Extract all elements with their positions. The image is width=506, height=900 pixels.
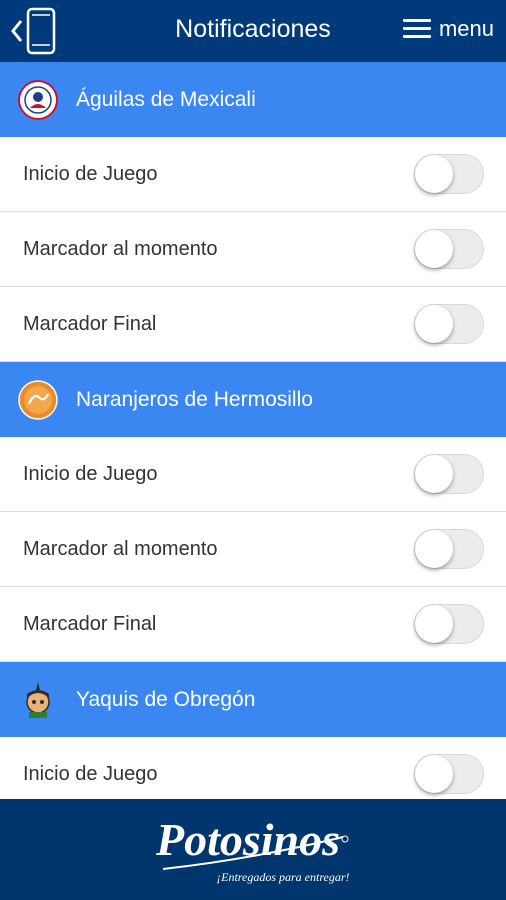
toggle-knob [415,530,453,568]
top-bar: Notificaciones menu [0,0,506,62]
toggle-knob [415,755,453,793]
notification-row: Marcador Final [0,287,506,362]
notification-row: Inicio de Juego [0,737,506,799]
menu-label: menu [438,16,494,41]
brand-tagline: ¡Entregados para entregar! [216,870,349,884]
notification-label: Inicio de Juego [23,162,158,185]
toggle-knob [415,230,453,268]
notification-label: Inicio de Juego [23,462,158,485]
footer-banner: Potosinos ¡Entregados para entregar! [0,799,506,900]
team-name: Naranjeros de Hermosillo [76,387,313,411]
notification-label: Inicio de Juego [23,762,158,785]
team-header-yaquis: Yaquis de Obregón [0,662,506,737]
yaquis-logo-icon [26,681,50,718]
menu-button[interactable]: menu [402,16,494,42]
notification-label: Marcador al momento [23,537,218,560]
notification-toggle[interactable] [414,454,484,494]
notification-toggle[interactable] [414,154,484,194]
toggle-knob [415,155,453,193]
notification-label: Marcador al momento [23,237,218,260]
notification-row: Inicio de Juego [0,137,506,212]
notification-label: Marcador Final [23,612,157,635]
notification-row: Marcador al momento [0,512,506,587]
team-header-naranjeros: Naranjeros de Hermosillo [0,362,506,437]
notification-toggle[interactable] [414,229,484,269]
notification-toggle[interactable] [414,529,484,569]
notification-list: Águilas de Mexicali Inicio de Juego Marc… [0,62,506,799]
team-name: Águilas de Mexicali [76,87,256,111]
aguilas-logo-icon [18,79,58,120]
toggle-knob [415,605,453,643]
notification-toggle[interactable] [414,304,484,344]
toggle-knob [415,455,453,493]
notification-toggle[interactable] [414,604,484,644]
notification-row: Marcador Final [0,587,506,662]
notification-toggle[interactable] [414,754,484,794]
naranjeros-logo-icon [18,379,58,420]
hamburger-icon [402,19,431,39]
potosinos-logo: Potosinos ¡Entregados para entregar! [155,814,350,884]
team-name: Yaquis de Obregón [76,687,256,711]
notification-row: Marcador al momento [0,212,506,287]
notification-label: Marcador Final [23,312,157,335]
team-header-aguilas: Águilas de Mexicali [0,62,506,137]
toggle-knob [415,305,453,343]
notification-row: Inicio de Juego [0,437,506,512]
